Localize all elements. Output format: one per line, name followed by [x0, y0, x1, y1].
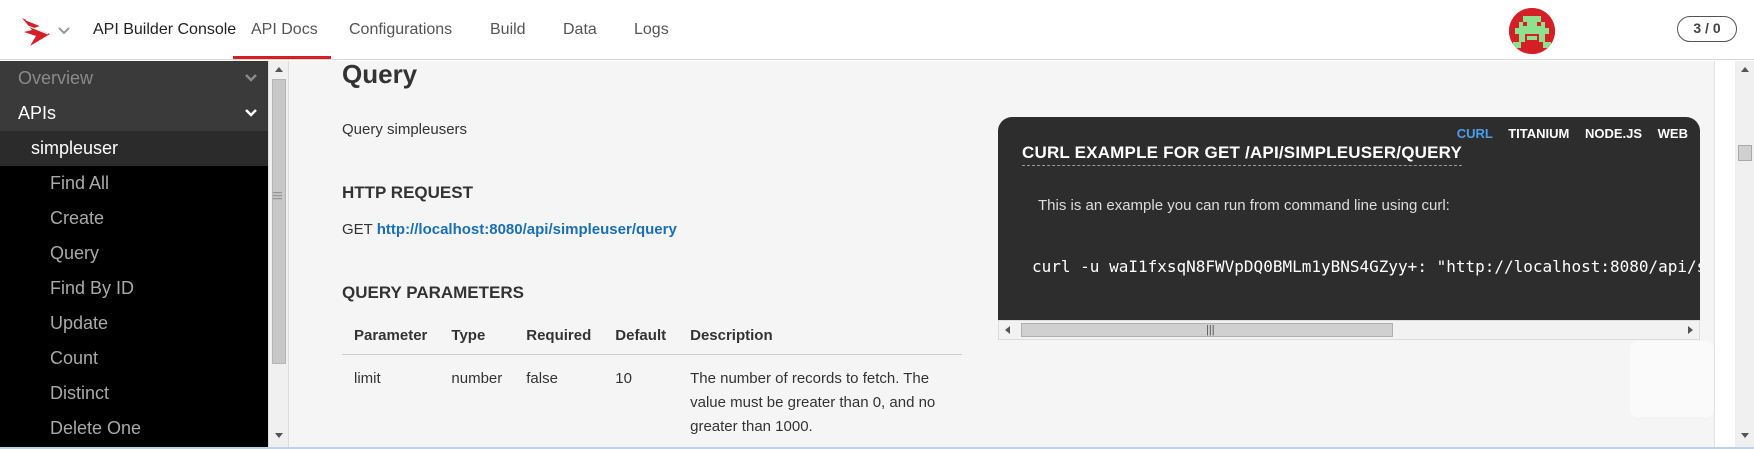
scroll-down-arrow-icon[interactable]: [1741, 433, 1749, 438]
code-snippet[interactable]: curl -u waI1fxsqN8FWVpDQ0BMLm1yBNS4GZyy+…: [1032, 257, 1700, 276]
page-scrollbar-thumb[interactable]: [1738, 145, 1752, 161]
http-request-heading: HTTP REQUEST: [342, 183, 473, 202]
chevron-down-icon: [245, 109, 257, 117]
table-cell: limit: [354, 370, 381, 387]
user-avatar[interactable]: [1509, 8, 1555, 54]
table-row: limit number false 10 The number of reco…: [342, 355, 962, 448]
column-header: Default: [603, 321, 679, 355]
scroll-up-arrow-icon[interactable]: [1741, 67, 1749, 72]
http-request-line: GET http://localhost:8080/api/simpleuser…: [342, 221, 677, 238]
code-horizontal-scrollbar[interactable]: |||: [998, 320, 1700, 340]
table-cell: number: [451, 370, 503, 387]
http-method: GET: [342, 221, 373, 238]
app-title: API Builder Console: [93, 21, 237, 38]
sidebar-item-simpleuser[interactable]: simpleuser: [0, 131, 268, 166]
page-title: Query: [342, 61, 418, 89]
page-scrollbar[interactable]: [1714, 61, 1754, 447]
column-header: Type: [439, 321, 515, 355]
tab-titanium[interactable]: TITANIUM: [1508, 126, 1569, 141]
sidebar-item-find-all[interactable]: Find All: [0, 166, 268, 201]
sidebar-item-label: Overview: [18, 68, 94, 88]
column-header: Description: [678, 321, 962, 355]
column-header: Parameter: [342, 321, 440, 355]
tab-api-docs[interactable]: API Docs: [251, 21, 318, 39]
sidebar-item-distinct[interactable]: Distinct: [0, 376, 268, 411]
table-cell: false: [526, 370, 558, 387]
app-logo-icon[interactable]: [20, 14, 56, 48]
sidebar-item-apis[interactable]: APIs: [0, 96, 268, 131]
table-cell: The number of records to fetch. The valu…: [690, 370, 936, 435]
sidebar-item-update[interactable]: Update: [0, 306, 268, 341]
sidebar-scrollbar-thumb[interactable]: [272, 79, 286, 364]
tab-build[interactable]: Build: [490, 21, 526, 39]
chevron-down-icon: [245, 74, 257, 82]
tab-logs[interactable]: Logs: [634, 21, 669, 39]
page-scrollbar-track[interactable]: [1735, 61, 1754, 447]
query-params-heading: QUERY PARAMETERS: [342, 283, 524, 302]
scroll-right-arrow-icon[interactable]: [1688, 326, 1693, 334]
code-scrollbar-thumb[interactable]: |||: [1021, 323, 1393, 337]
table-cell: 10: [615, 370, 632, 387]
avatar-identicon-icon: [1509, 8, 1555, 54]
sidebar-item-create[interactable]: Create: [0, 201, 268, 236]
sidebar-item-find-by-id[interactable]: Find By ID: [0, 271, 268, 306]
code-card-title: CURL EXAMPLE FOR GET /API/SIMPLEUSER/QUE…: [1022, 143, 1463, 166]
tab-nodejs[interactable]: NODE.JS: [1585, 126, 1642, 141]
sidebar-scrollbar[interactable]: — — —: [268, 61, 289, 447]
top-navbar: API Builder Console API Docs Configurati…: [0, 0, 1754, 60]
sidebar: Overview APIs simpleuser Find All Create…: [0, 61, 268, 447]
tab-web[interactable]: WEB: [1658, 126, 1688, 141]
sidebar-item-overview[interactable]: Overview: [0, 61, 268, 96]
endpoint-description: Query simpleusers: [342, 121, 468, 138]
sidebar-item-label: APIs: [18, 103, 57, 123]
column-header: Required: [514, 321, 604, 355]
tab-data[interactable]: Data: [563, 21, 597, 39]
sidebar-item-query[interactable]: Query: [0, 236, 268, 271]
grip-icon: — — —: [273, 187, 282, 203]
http-url-link[interactable]: http://localhost:8080/api/simpleuser/que…: [377, 221, 677, 238]
floating-panel: [1630, 341, 1714, 417]
code-card-description: This is an example you can run from comm…: [1038, 197, 1450, 214]
code-example-card: CURL TITANIUM NODE.JS WEB CURL EXAMPLE F…: [998, 117, 1700, 320]
tab-curl[interactable]: CURL: [1457, 126, 1493, 141]
sidebar-item-count[interactable]: Count: [0, 341, 268, 376]
chevron-down-icon[interactable]: [57, 24, 71, 38]
scroll-left-arrow-icon[interactable]: [1005, 326, 1010, 334]
scroll-down-arrow-icon[interactable]: [275, 433, 283, 438]
status-counter-badge[interactable]: 3 / 0: [1677, 16, 1737, 42]
main-content: Query Query simpleusers HTTP REQUEST GET…: [289, 61, 1714, 447]
query-params-table: Parameter Type Required Default Descript…: [342, 321, 962, 447]
table-header-row: Parameter Type Required Default Descript…: [342, 321, 962, 355]
sidebar-item-delete-one[interactable]: Delete One: [0, 411, 268, 446]
tab-configurations[interactable]: Configurations: [349, 21, 452, 39]
scroll-up-arrow-icon[interactable]: [275, 67, 283, 72]
active-tab-indicator: [233, 56, 331, 59]
grip-icon: |||: [1206, 324, 1215, 336]
code-language-tabs: CURL TITANIUM NODE.JS WEB: [1445, 126, 1688, 141]
